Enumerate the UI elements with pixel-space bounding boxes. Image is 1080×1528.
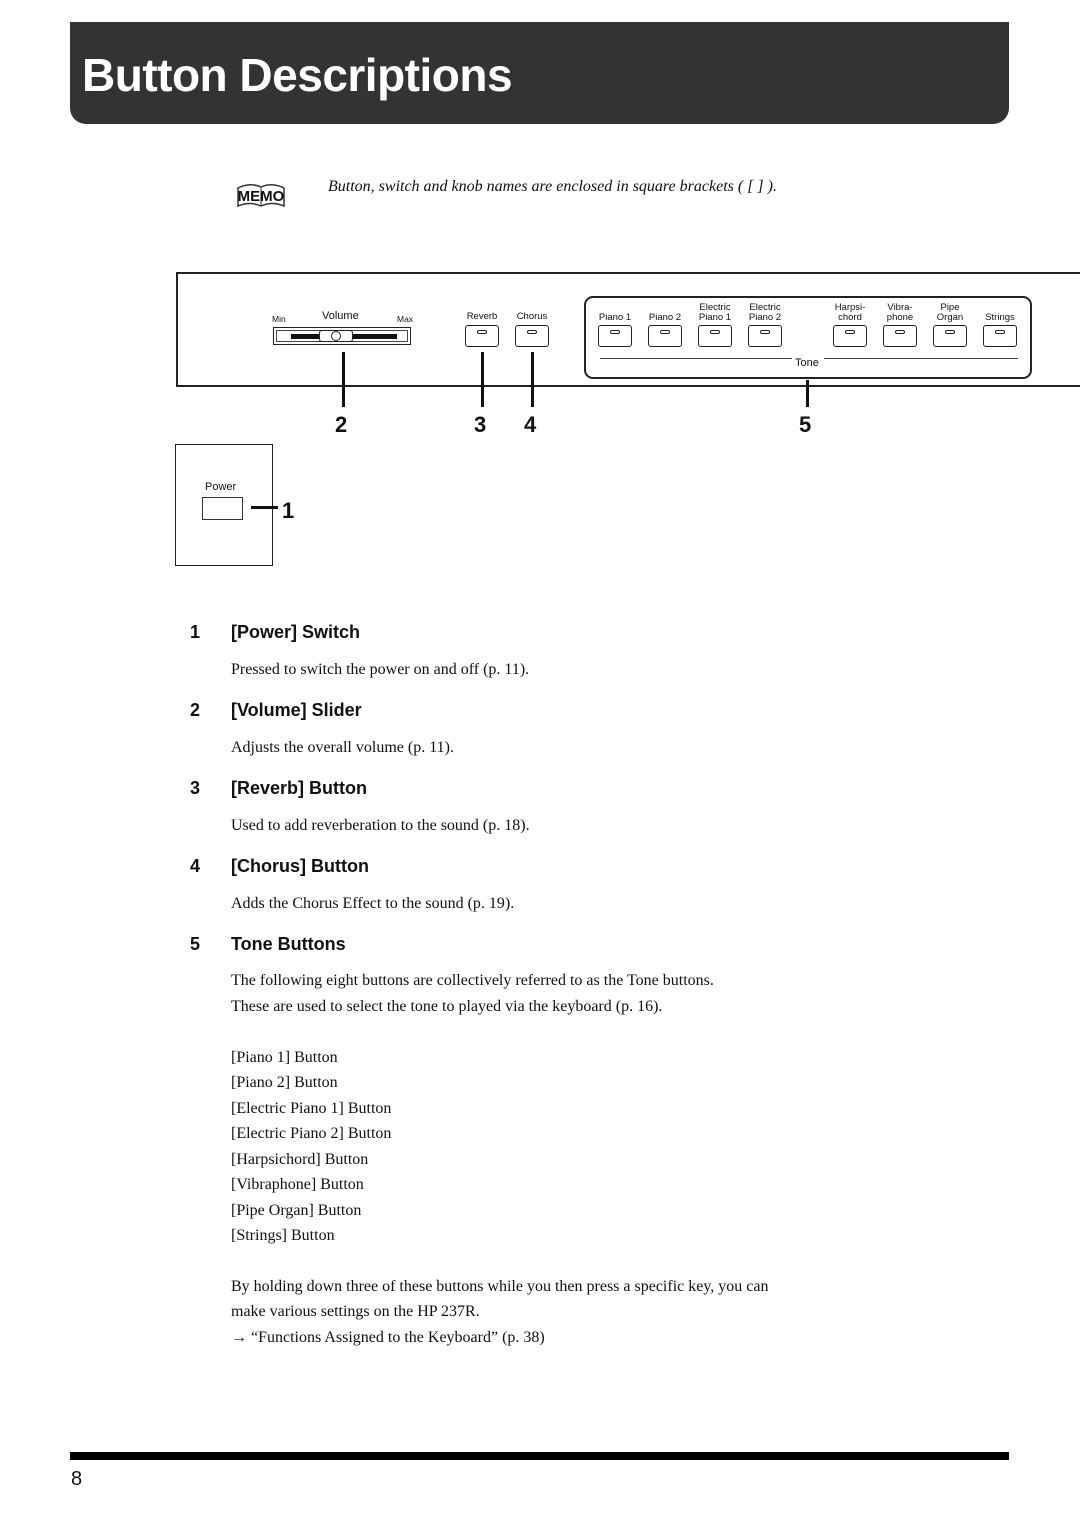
closing-line: make various settings on the HP 237R. <box>231 1303 480 1320</box>
callout-leader-4 <box>531 352 534 407</box>
tone-button-label-line2: Piano 2 <box>748 312 782 323</box>
item-heading-reverb-button: [Reverb] Button <box>231 778 367 798</box>
tone-list-item: [Harpsichord] Button <box>231 1151 369 1168</box>
tone-button[interactable] <box>748 325 782 347</box>
page-title: Button Descriptions <box>82 49 513 101</box>
tone-button-label-line2: Piano 1 <box>598 312 632 323</box>
item-number: 2 <box>190 700 201 720</box>
tone-group-line <box>824 358 1018 359</box>
tone-list-item: [Piano 1] Button <box>231 1049 338 1066</box>
led-indicator-icon <box>895 330 905 334</box>
led-indicator-icon <box>995 330 1005 334</box>
item-body: Adjusts the overall volume (p. 11). <box>231 739 454 756</box>
callout-5: 5 <box>799 412 812 437</box>
item-heading-volume-slider: [Volume] Slider <box>231 700 362 720</box>
item-number: 1 <box>190 622 201 642</box>
tone-button[interactable] <box>648 325 682 347</box>
volume-slider[interactable] <box>273 327 411 345</box>
volume-slider-knob[interactable] <box>319 330 353 342</box>
tone-button-label-line2: Strings <box>985 312 1015 323</box>
led-indicator-icon <box>610 330 620 334</box>
reference-link[interactable]: “Functions Assigned to the Keyboard” (p.… <box>251 1329 545 1346</box>
callout-leader-5 <box>806 380 809 407</box>
knob-circle-icon <box>331 331 341 341</box>
led-indicator-icon <box>527 330 537 334</box>
tone-button-label-line2: Organ <box>936 312 964 323</box>
tone-button[interactable] <box>883 325 917 347</box>
tone-list-item: [Piano 2] Button <box>231 1074 338 1091</box>
led-indicator-icon <box>845 330 855 334</box>
led-indicator-icon <box>477 330 487 334</box>
volume-max-label: Max <box>397 314 414 324</box>
tone-button-label-line2: chord <box>838 312 862 323</box>
reverb-button[interactable] <box>465 325 499 347</box>
chorus-label: Chorus <box>516 311 548 322</box>
item-number: 5 <box>190 934 201 954</box>
tone-button[interactable] <box>933 325 967 347</box>
tone-button-label-line2: phone <box>886 312 914 323</box>
led-indicator-icon <box>760 330 770 334</box>
tone-list-item: [Strings] Button <box>231 1227 335 1244</box>
tone-button-label-line2: Piano 1 <box>698 312 732 323</box>
item-body: Adds the Chorus Effect to the sound (p. … <box>231 895 515 912</box>
tone-button[interactable] <box>983 325 1017 347</box>
footer-rule <box>70 1452 1009 1460</box>
led-indicator-icon <box>660 330 670 334</box>
tone-button[interactable] <box>698 325 732 347</box>
power-switch[interactable] <box>202 497 243 520</box>
item-heading-chorus-button: [Chorus] Button <box>231 856 369 876</box>
led-indicator-icon <box>710 330 720 334</box>
tone-list-item: [Electric Piano 1] Button <box>231 1100 392 1117</box>
item-body-line: The following eight buttons are collecti… <box>231 972 714 989</box>
tone-list-item: [Electric Piano 2] Button <box>231 1125 392 1142</box>
item-number: 3 <box>190 778 201 798</box>
memo-note: Button, switch and knob names are enclos… <box>328 178 777 195</box>
tone-group-label: Tone <box>795 357 819 369</box>
callout-leader-1 <box>251 506 278 509</box>
volume-min-label: Min <box>272 314 286 324</box>
page-number: 8 <box>71 1468 83 1490</box>
item-number: 4 <box>190 856 201 876</box>
callout-1: 1 <box>282 498 295 523</box>
item-body: Pressed to switch the power on and off (… <box>231 661 530 678</box>
volume-label: Volume <box>322 310 359 322</box>
reverb-label: Reverb <box>466 311 498 322</box>
item-body: Used to add reverberation to the sound (… <box>231 817 530 834</box>
item-heading-tone-buttons: Tone Buttons <box>231 934 346 954</box>
callout-2: 2 <box>335 412 348 437</box>
chorus-button[interactable] <box>515 325 549 347</box>
title-banner: Button Descriptions <box>70 22 1009 124</box>
reference-line: → “Functions Assigned to the Keyboard” (… <box>231 1325 545 1351</box>
memo-icon: MEMO <box>230 180 294 210</box>
led-indicator-icon <box>945 330 955 334</box>
callout-4: 4 <box>524 412 537 437</box>
tone-button[interactable] <box>833 325 867 347</box>
item-body-line: These are used to select the tone to pla… <box>231 998 663 1015</box>
tone-group-line <box>600 358 792 359</box>
power-label: Power <box>205 481 237 493</box>
closing-line: By holding down three of these buttons w… <box>231 1278 769 1295</box>
item-heading-power-switch: [Power] Switch <box>231 622 361 642</box>
memo-icon-text: MEMO <box>238 188 285 205</box>
tone-list-item: [Vibraphone] Button <box>231 1176 364 1193</box>
tone-button[interactable] <box>598 325 632 347</box>
tone-button-label-line2: Piano 2 <box>648 312 682 323</box>
tone-list-item: [Pipe Organ] Button <box>231 1202 362 1219</box>
callout-leader-3 <box>481 352 484 407</box>
callout-3: 3 <box>474 412 487 437</box>
callout-leader-2 <box>342 352 345 407</box>
arrow-right-icon: → <box>231 1329 247 1346</box>
